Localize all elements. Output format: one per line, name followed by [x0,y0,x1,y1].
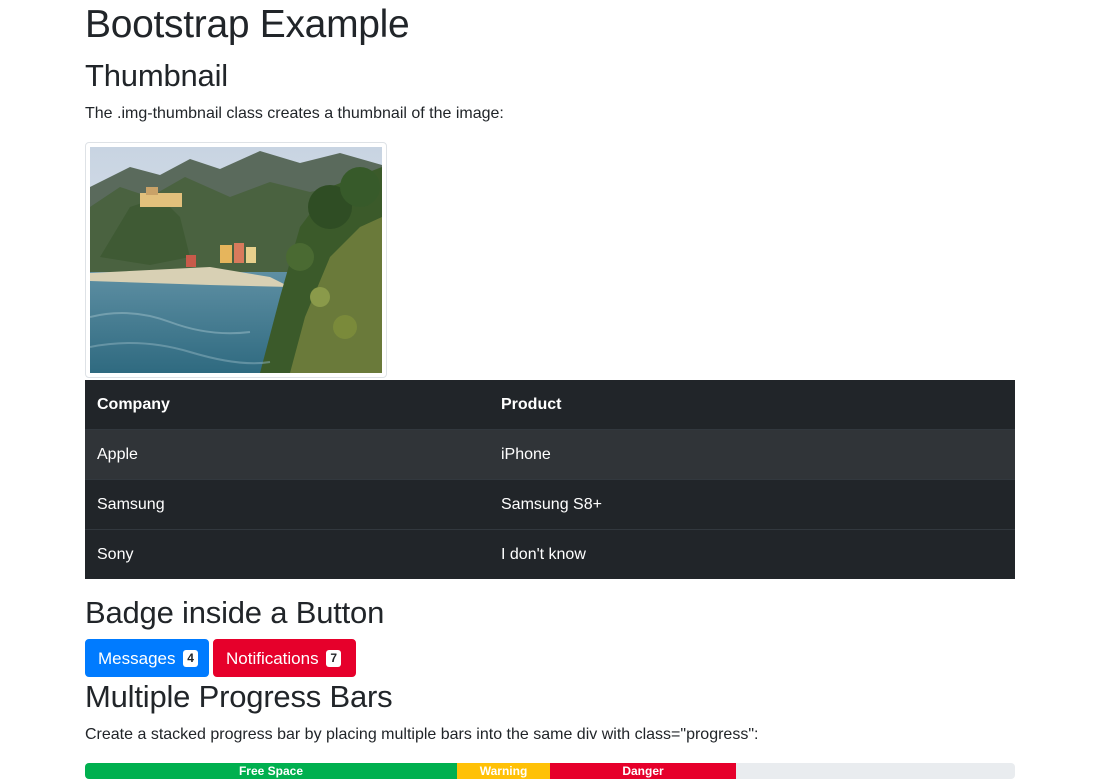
notifications-button[interactable]: Notifications 7 [213,639,356,677]
products-table: Company Product Apple iPhone Samsung Sam… [85,380,1015,579]
progress-heading: Multiple Progress Bars [85,679,393,714]
progress-description: Create a stacked progress bar by placing… [85,726,759,743]
stacked-progress: Free Space Warning Danger [85,763,1015,779]
page-title: Bootstrap Example [85,3,410,46]
table-header-company: Company [97,395,170,413]
table-cell-company: Samsung [85,479,489,530]
progress-bar-danger: Danger [550,763,736,779]
table-header-product: Product [501,395,562,413]
notifications-button-label: Notifications [226,649,319,668]
thumbnail-heading: Thumbnail [85,58,228,93]
table-row: Samsung Samsung S8+ [85,479,1015,530]
coastal-village-image [90,147,382,373]
messages-button[interactable]: Messages 4 [85,639,209,677]
table-cell-company: Apple [85,429,489,480]
table-cell-product: Samsung S8+ [489,479,1015,530]
table-row: Sony I don't know [85,529,1015,579]
thumbnail-image [85,142,387,378]
messages-button-label: Messages [98,649,176,668]
progress-bar-free-space: Free Space [85,763,457,779]
table-cell-product: iPhone [489,429,1015,480]
table-row: Apple iPhone [85,429,1015,480]
badge-heading: Badge inside a Button [85,595,385,630]
thumbnail-description: The .img-thumbnail class creates a thumb… [85,105,504,122]
table-cell-company: Sony [85,529,489,579]
progress-bar-warning: Warning [457,763,550,779]
table-cell-product: I don't know [489,529,1015,579]
notifications-count-badge: 7 [326,650,342,667]
messages-count-badge: 4 [183,650,198,667]
